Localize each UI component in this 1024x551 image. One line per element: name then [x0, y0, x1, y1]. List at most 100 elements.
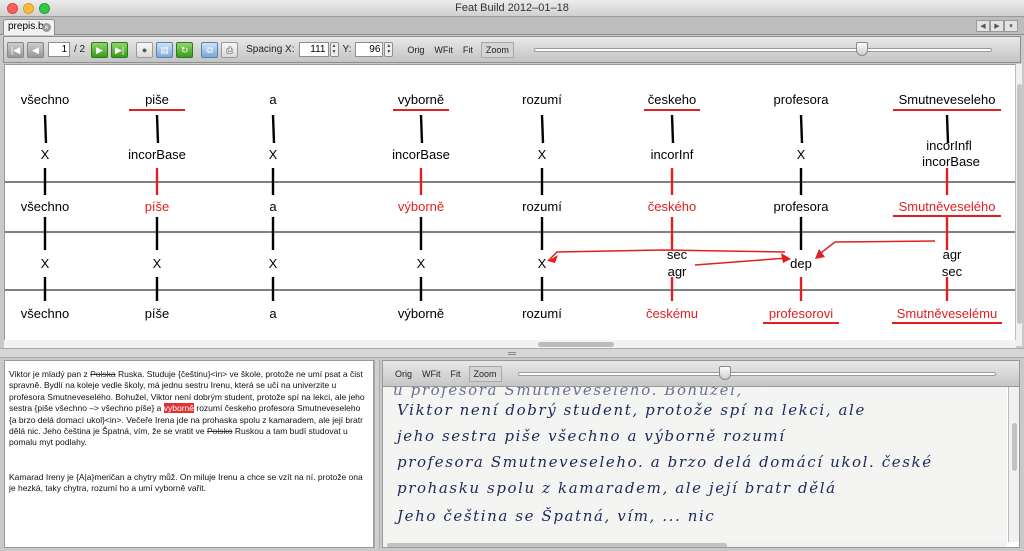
image-vertical-scrollbar[interactable] [1008, 387, 1019, 542]
image-horizontal-scrollbar[interactable] [383, 542, 1007, 547]
handwritten-line: prohasku spolu z kamaradem, ale její bra… [397, 479, 837, 497]
spacing-x-input[interactable]: 111 [298, 42, 329, 57]
tree-feature-label: X [153, 256, 162, 271]
spacing-y-input[interactable]: 96 [355, 42, 384, 57]
highlighted-word: vyborně [163, 403, 195, 414]
tab-list-icon[interactable]: ▾ [1004, 20, 1018, 32]
last-page-icon[interactable]: ▶| [111, 41, 129, 58]
zoom-fit-button[interactable]: Fit [463, 45, 473, 55]
tree-edge [670, 114, 675, 144]
main-toolbar: |◀ ◀ 1 / 2 ▶ ▶| ● ▤ ↻ ⧉ ⎙ Spacing X: 111… [3, 36, 1021, 63]
image-zoom-slider-thumb[interactable] [718, 365, 731, 380]
prev-page-icon[interactable]: ◀ [27, 41, 44, 58]
tab-prev-icon[interactable]: ◀ [976, 20, 990, 32]
tree-feature-label: incorBase [128, 147, 186, 162]
spacing-y-stepper[interactable]: ▲ ▼ [384, 42, 394, 57]
transcript-text-panel[interactable]: Viktor je mladý pan z Polska Ruska. Stud… [4, 360, 374, 548]
zoom-wfit-button[interactable]: WFit [434, 45, 453, 55]
canvas-vertical-scrollbar[interactable] [1015, 64, 1022, 346]
print-icon[interactable]: ⎙ [221, 41, 239, 58]
spacing-x-stepper[interactable]: ▲ ▼ [329, 42, 339, 57]
tree-top-word: piše [145, 92, 169, 107]
image-horizontal-thumb[interactable] [387, 543, 727, 547]
tree-top-word: českeho [648, 92, 696, 107]
divider-grip[interactable] [508, 352, 516, 355]
tree-feature-label: incorInf [651, 147, 694, 162]
canvas-horizontal-scrollbar[interactable] [4, 340, 1016, 348]
tree-top-word: vyborně [398, 92, 444, 107]
handwritten-scan[interactable]: u profesora Smutneveseleho. Bohužel, Vikt… [383, 387, 1007, 542]
tree-edge [271, 114, 276, 144]
refresh-icon[interactable]: ↻ [176, 41, 194, 58]
feature-tree: všechno Xvšechno Xvšechno piše incorBase píše… [5, 92, 1015, 324]
scan-image-panel: Orig WFit Fit Zoom u profesora Smutneves… [382, 360, 1020, 548]
tree-feature-label: incorInfl [926, 138, 972, 153]
tree-bottom-word: profesorovi [769, 306, 833, 321]
tree-feature-label: X [41, 147, 50, 162]
tree-bottom-word: výborně [398, 306, 444, 321]
image-zoom-fit-button[interactable]: Fit [451, 369, 461, 379]
vertical-split-divider[interactable] [374, 360, 380, 548]
export-icon[interactable]: ⧉ [201, 41, 219, 58]
transcript-paragraph-1: Viktor je mladý pan z Polska Ruska. Stud… [9, 369, 370, 449]
tree-word-level2: píše [145, 199, 170, 214]
image-zoom-slider[interactable] [517, 365, 996, 380]
zoom-slider-thumb[interactable] [856, 41, 869, 56]
window-title: Feat Build 2012–01–18 [455, 2, 569, 14]
tree-feature-label: X [269, 147, 278, 162]
image-vertical-thumb[interactable] [1012, 423, 1017, 471]
split-divider[interactable] [0, 348, 1024, 358]
image-zoom-zoom-button[interactable]: Zoom [468, 365, 502, 382]
tab-bar: prepis.b × ◀ ▶ ▾ [0, 17, 1024, 35]
spacing-x-label: Spacing X: [246, 44, 295, 55]
image-zoom-wfit-button[interactable]: WFit [422, 369, 441, 379]
image-zoom-orig-button[interactable]: Orig [395, 369, 412, 379]
tree-word-level2: a [269, 199, 277, 214]
dependency-arrow [816, 240, 936, 257]
tree-word-level2: výborně [398, 199, 444, 214]
first-page-icon[interactable]: |◀ [7, 41, 24, 58]
tree-top-word: rozumí [522, 92, 562, 107]
tree-word-level2: všechno [21, 199, 69, 214]
page-number-input[interactable]: 1 [48, 42, 70, 57]
tree-feature-label: incorBase [392, 147, 450, 162]
layout-icon[interactable]: ▤ [156, 41, 174, 58]
next-page-icon[interactable]: ▶ [91, 41, 109, 58]
handwritten-line: Viktor není dobrý student, protože spí n… [397, 401, 866, 419]
zoom-orig-button[interactable]: Orig [407, 45, 424, 55]
tab-prepis[interactable]: prepis.b × [3, 19, 55, 35]
zoom-zoom-button[interactable]: Zoom [480, 41, 514, 58]
tree-feature-label: dep [790, 256, 812, 271]
canvas-horizontal-thumb[interactable] [538, 342, 614, 347]
canvas-vertical-thumb[interactable] [1017, 84, 1022, 324]
tree-feature-label: X [41, 256, 50, 271]
handwritten-line: u profesora Smutneveseleho. Bohužel, [393, 387, 743, 399]
feature-tree-canvas: všechno Xvšechno Xvšechno piše incorBase píše… [4, 64, 1016, 346]
tree-edge [43, 114, 48, 144]
tree-word-level2: českého [648, 199, 696, 214]
tree-top-word: a [269, 92, 277, 107]
handwritten-line: profesora Smutneveseleho. a brzo delá do… [397, 453, 933, 471]
tree-top-word: Smutneveseleho [899, 92, 996, 107]
tree-feature-label: X [269, 256, 278, 271]
tree-edge [540, 114, 545, 144]
tree-bottom-word: Smutněveselému [897, 306, 997, 321]
dependency-arrow [694, 257, 788, 266]
tree-feature-label: X [797, 147, 806, 162]
zoom-slider[interactable] [533, 41, 992, 56]
handwritten-line: Jeho čeština se Špatná, vím, ... nic [397, 507, 716, 525]
window-titlebar: Feat Build 2012–01–18 [0, 0, 1024, 17]
struck-word: Polsko [206, 426, 233, 437]
tree-feature-label: X [538, 256, 547, 271]
tab-next-icon[interactable]: ▶ [990, 20, 1004, 32]
tab-close-icon[interactable]: × [42, 23, 51, 32]
tree-feature-label: agr [668, 264, 687, 279]
stop-icon[interactable]: ● [136, 41, 154, 58]
handwritten-line: jeho sestra piše všechno a výborně rozum… [397, 427, 786, 445]
tree-edge [799, 114, 804, 144]
tree-edge [419, 114, 424, 144]
text-run: Kamarad Ireny je {A|a}meričan a chytry m… [9, 471, 363, 494]
tree-top-word: všechno [21, 92, 69, 107]
page-total: / 2 [74, 44, 86, 55]
tree-bottom-word: českému [646, 306, 698, 321]
